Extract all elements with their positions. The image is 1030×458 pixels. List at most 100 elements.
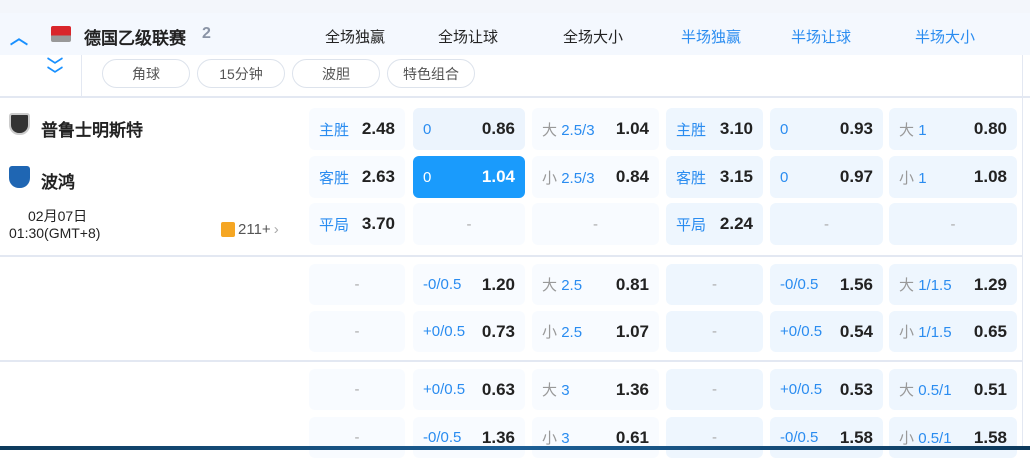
odds-label: -0/0.5 [780,429,818,446]
odds-line: 3 [561,430,570,447]
odds-cell[interactable]: - [666,417,763,458]
odds-prefix: 小 [899,430,915,447]
odds-cell[interactable]: 大 2.5 0.81 [532,264,659,305]
odds-label: 小 2.5 [542,321,582,342]
odds-cell[interactable]: -0/0.5 1.20 [413,264,525,305]
odds-cell[interactable]: - [770,203,883,245]
odds-label: 大 1 [899,119,927,140]
odds-value: 3.70 [361,214,395,233]
filter-pill[interactable]: 特色组合 [387,59,475,88]
odds-cell[interactable]: 平局 2.24 [666,203,763,245]
odds-label: 小 1 [899,167,927,188]
odds-cell[interactable]: - [532,203,659,245]
odds-cell[interactable]: 大 0.5/1 0.51 [889,369,1017,410]
odds-cell[interactable]: 客胜 2.63 [309,156,405,198]
odds-line: 主胜 [676,121,707,139]
odds-line: 客胜 [319,169,350,187]
odds-line: 2.5 [561,324,583,341]
odds-label: 大 3 [542,379,570,400]
odds-cell[interactable]: 小 3 0.61 [532,417,659,458]
chevron-right-icon: › [273,221,279,238]
odds-line: 0.5/1 [918,430,952,447]
filter-pill[interactable]: 角球 [102,59,190,88]
odds-value: 3.10 [719,119,753,138]
odds-cell[interactable]: 0 1.04 [413,156,525,198]
odds-cell[interactable]: 大 1/1.5 1.29 [889,264,1017,305]
odds-cell[interactable]: 大 1 0.80 [889,108,1017,150]
odds-cell[interactable]: - [309,264,405,305]
odds-label: 平局 [319,214,349,235]
odds-line: +0/0.5 [780,381,823,398]
odds-label: 0 [780,121,788,138]
odds-cell[interactable]: 0 0.86 [413,108,525,150]
odds-label: 小 3 [542,427,570,448]
odds-line: 2.5/3 [561,121,595,139]
odds-label: +0/0.5 [780,323,822,340]
odds-cell[interactable]: - [666,311,763,352]
home-team-crest [9,113,30,135]
odds-cell[interactable]: - [309,311,405,352]
odds-cell[interactable]: 大 2.5/3 1.04 [532,108,659,150]
odds-cell[interactable]: 0 0.97 [770,156,883,198]
divider [81,55,82,96]
odds-prefix: 大 [899,382,915,399]
odds-cell[interactable]: - [413,203,525,245]
filter-pill[interactable]: 15分钟 [197,59,285,88]
odds-line: 0.5/1 [918,382,952,399]
double-chevron-down-icon[interactable]: ﹀ ﹀ [47,59,63,84]
odds-line: 1 [918,121,927,139]
empty-odds: - [712,429,717,446]
column-header: 全场大小 [562,29,624,46]
odds-cell[interactable]: 小 1/1.5 0.65 [889,311,1017,352]
odds-value: 0.63 [481,379,515,399]
odds-cell[interactable]: -0/0.5 1.36 [413,417,525,458]
odds-cell[interactable]: +0/0.5 0.54 [770,311,883,352]
filter-pill[interactable]: 波胆 [292,59,380,88]
odds-cell[interactable]: 大 3 1.36 [532,369,659,410]
odds-value: 0.81 [615,274,649,294]
odds-cell[interactable]: - [666,369,763,410]
empty-odds: - [354,323,360,340]
odds-cell[interactable]: - [309,417,405,458]
more-markets-button[interactable]: 211+ › [221,221,279,238]
odds-cell[interactable]: -0/0.5 1.58 [770,417,883,458]
odds-cell[interactable]: - [889,203,1017,245]
empty-odds: - [593,215,598,233]
empty-odds: - [354,429,360,446]
more-markets-count: 211+ [238,221,271,238]
odds-line: +0/0.5 [780,323,823,340]
odds-cell[interactable]: 主胜 3.10 [666,108,763,150]
top-strip [0,0,1030,13]
odds-cell[interactable]: -0/0.5 1.56 [770,264,883,305]
odds-cell[interactable]: 小 0.5/1 1.58 [889,417,1017,458]
odds-label: -0/0.5 [780,276,818,293]
odds-label: 小 1/1.5 [899,321,952,342]
odds-value: 1.29 [973,274,1007,294]
odds-line: 0 [780,168,789,186]
odds-cell[interactable]: - [666,264,763,305]
match-date: 02月07日 [28,208,88,224]
odds-cell[interactable]: 小 1 1.08 [889,156,1017,198]
odds-line: 平局 [319,216,350,234]
odds-cell[interactable]: - [309,369,405,410]
odds-value: 0.80 [973,119,1007,138]
bottom-bar [0,446,1030,450]
home-team[interactable]: 普鲁士明斯特 [41,116,143,141]
odds-cell[interactable]: +0/0.5 0.63 [413,369,525,410]
odds-cell[interactable]: 平局 3.70 [309,203,405,245]
chevron-up-icon[interactable]: ︿ [10,24,28,50]
column-header: 半场让球 [790,29,852,46]
away-team[interactable]: 波鸿 [41,168,75,193]
odds-value: 0.61 [615,427,649,447]
odds-label: 小 2.5/3 [542,167,595,188]
odds-cell[interactable]: 0 0.93 [770,108,883,150]
odds-cell[interactable]: 客胜 3.15 [666,156,763,198]
odds-prefix: 大 [542,121,558,139]
odds-cell[interactable]: 主胜 2.48 [309,108,405,150]
odds-cell[interactable]: +0/0.5 0.53 [770,369,883,410]
odds-cell[interactable]: 小 2.5/3 0.84 [532,156,659,198]
odds-value: 0.54 [839,321,873,341]
odds-cell[interactable]: +0/0.5 0.73 [413,311,525,352]
odds-label: 大 1/1.5 [899,274,952,295]
odds-cell[interactable]: 小 2.5 1.07 [532,311,659,352]
